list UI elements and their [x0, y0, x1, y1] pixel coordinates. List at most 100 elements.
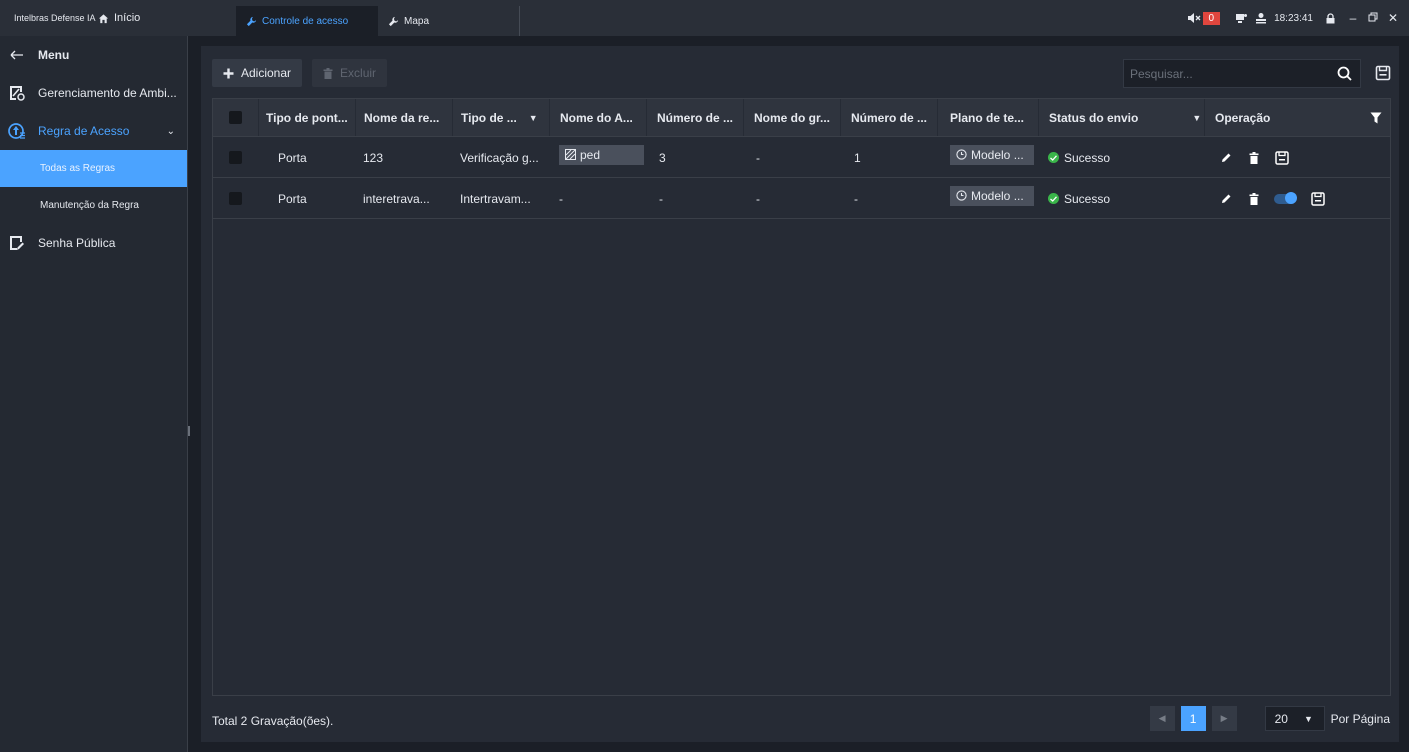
delete-button[interactable]: Excluir: [312, 59, 388, 87]
save-icon[interactable]: [1310, 191, 1326, 207]
column-header[interactable]: Número de ...: [840, 99, 937, 136]
cell-type: Intertravam...: [460, 191, 531, 206]
access-rule-icon: [8, 123, 25, 139]
cell-access-point-type: Porta: [278, 150, 307, 165]
person-tag-label: ped: [580, 147, 601, 162]
column-header[interactable]: Tipo de pont...: [258, 99, 355, 136]
cell-number: -: [854, 191, 858, 206]
tab-home[interactable]: Início: [98, 12, 140, 24]
sidebar-subitem-rule-maintenance[interactable]: Manutenção da Regra: [0, 187, 187, 224]
sidebar-subitem-label: Todas as Regras: [40, 163, 116, 174]
app-brand: Intelbras Defense IA: [14, 13, 96, 23]
status-badge: Sucesso: [1048, 151, 1110, 165]
status-label: Sucesso: [1064, 191, 1111, 206]
tab-map[interactable]: Mapa: [378, 6, 520, 36]
back-arrow-icon[interactable]: [10, 49, 24, 61]
user-icon[interactable]: [1254, 11, 1268, 25]
column-header-dropdown[interactable]: Tipo de ... ▼: [452, 99, 549, 136]
trash-icon: [323, 67, 333, 79]
search-input[interactable]: Pesquisar...: [1123, 59, 1361, 88]
sidebar-item-access-rule[interactable]: Regra de Acesso ⌄: [0, 112, 187, 150]
column-header-dropdown[interactable]: Status do envio ▼: [1038, 99, 1204, 136]
close-icon[interactable]: ✕: [1383, 11, 1403, 25]
edit-icon[interactable]: [1218, 150, 1234, 166]
sidebar-subitem-all-rules[interactable]: Todas as Regras: [0, 150, 187, 187]
column-header-label: Operação: [1215, 110, 1271, 125]
wrench-icon: [246, 16, 257, 26]
page-button-current[interactable]: 1: [1180, 706, 1206, 731]
cell-operations: [1204, 138, 1390, 177]
add-button[interactable]: Adicionar: [212, 59, 303, 87]
check-circle-icon: [1048, 152, 1059, 163]
splitter-line: [187, 36, 188, 752]
column-header-label: Tipo de ...: [461, 110, 517, 125]
sidebar-item-label: Senha Pública: [38, 236, 116, 250]
time-plan-tag[interactable]: Modelo ...: [950, 144, 1034, 165]
cell-group-name: -: [756, 150, 760, 165]
save-icon[interactable]: [1274, 150, 1290, 166]
delete-icon[interactable]: [1246, 191, 1262, 207]
filter-icon[interactable]: [1370, 112, 1382, 124]
environment-icon: [10, 86, 25, 101]
caret-down-icon: ▼: [1303, 713, 1313, 724]
sidebar-subitem-label: Manutenção da Regra: [40, 200, 139, 211]
caret-down-icon[interactable]: ▼: [1192, 113, 1201, 123]
pagination: ◀ 1 ▶ 20 ▼ Por Página: [1149, 706, 1390, 731]
tab-access-control[interactable]: Controle de acesso: [236, 6, 378, 36]
clock-icon: [956, 149, 967, 160]
cell-number: -: [659, 191, 663, 206]
row-checkbox[interactable]: [229, 192, 242, 205]
sidebar-splitter[interactable]: [187, 36, 201, 752]
cell-number: 3: [659, 150, 666, 165]
edit-icon[interactable]: [1218, 191, 1234, 207]
sidebar: Menu Gerenciamento de Ambi... Regra de A…: [0, 36, 187, 752]
caret-down-icon[interactable]: ▼: [529, 113, 538, 123]
column-header[interactable]: Nome da re...: [355, 99, 452, 136]
clock: 18:23:41: [1274, 12, 1313, 24]
wrench-icon: [388, 16, 399, 26]
time-plan-tag[interactable]: Modelo ...: [950, 185, 1034, 206]
page-size-select[interactable]: 20 ▼: [1264, 706, 1325, 731]
delete-icon[interactable]: [1246, 150, 1262, 166]
search-placeholder: Pesquisar...: [1130, 66, 1193, 81]
lock-icon[interactable]: [1323, 11, 1337, 25]
next-page-button[interactable]: ▶: [1211, 706, 1237, 731]
minimize-icon[interactable]: –: [1343, 11, 1363, 25]
sidebar-item-environment-management[interactable]: Gerenciamento de Ambi...: [0, 74, 187, 112]
alarm-indicator[interactable]: 0: [1187, 11, 1221, 25]
cell-time-plan: Modelo ...: [937, 179, 1038, 218]
table-row[interactable]: Porta 123 Verificação g... ped 3 - 1 Mod…: [213, 138, 1390, 178]
column-header[interactable]: Nome do A...: [549, 99, 646, 136]
column-header[interactable]: Número de ...: [646, 99, 743, 136]
toolbar: Adicionar Excluir: [212, 59, 388, 87]
sidebar-item-label: Gerenciamento de Ambi...: [38, 86, 177, 100]
check-circle-icon: [1048, 193, 1059, 204]
splitter-grip[interactable]: [188, 426, 190, 436]
table-row[interactable]: Porta interetrava... Intertravam... - - …: [213, 179, 1390, 219]
add-button-label: Adicionar: [241, 66, 292, 80]
row-checkbox[interactable]: [229, 151, 242, 164]
person-tag[interactable]: ped: [559, 144, 644, 165]
chevron-down-icon[interactable]: ⌄: [167, 126, 175, 137]
cell-rule-name: 123: [363, 150, 384, 165]
clock-icon: [956, 190, 967, 201]
monitor-icon[interactable]: [1234, 11, 1248, 25]
menu-header[interactable]: Menu: [0, 36, 187, 74]
search-icon[interactable]: [1337, 66, 1352, 81]
cell-number: 1: [854, 150, 861, 165]
restore-icon[interactable]: [1363, 11, 1383, 25]
column-header[interactable]: Plano de te...: [937, 99, 1038, 136]
export-icon[interactable]: [1375, 65, 1391, 81]
time-plan-label: Modelo ...: [971, 188, 1024, 203]
cell-group-name: -: [756, 191, 760, 206]
plus-icon: [223, 68, 234, 78]
select-all-checkbox[interactable]: [229, 111, 242, 124]
cell-name-a: -: [559, 191, 563, 206]
column-header[interactable]: Nome do gr...: [743, 99, 840, 136]
enable-toggle[interactable]: [1274, 191, 1297, 204]
prev-page-button[interactable]: ◀: [1149, 706, 1175, 731]
tab-access-control-label: Controle de acesso: [262, 15, 349, 27]
cell-time-plan: Modelo ...: [937, 138, 1038, 177]
password-icon: [10, 236, 24, 250]
sidebar-item-public-password[interactable]: Senha Pública: [0, 224, 187, 262]
